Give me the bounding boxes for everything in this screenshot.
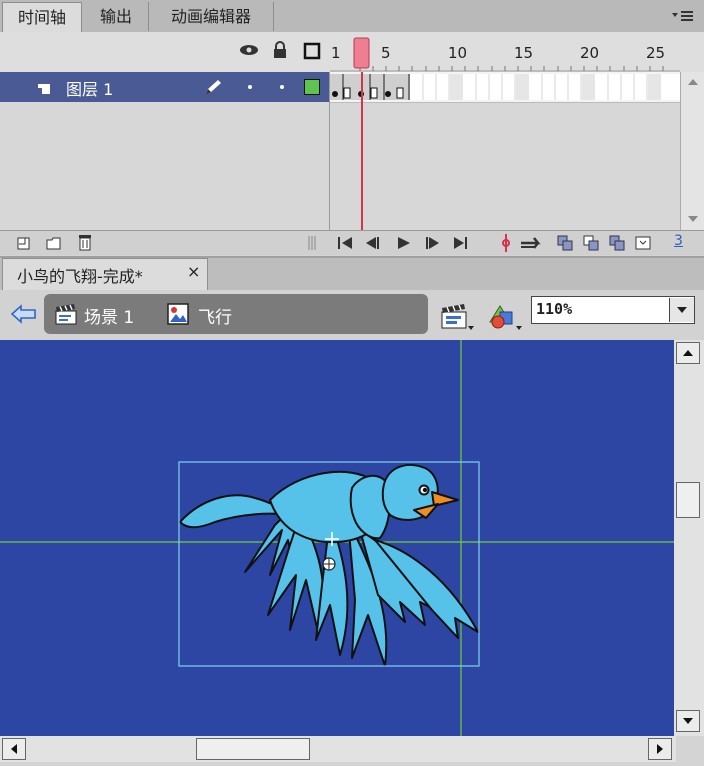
tab-output[interactable]: 输出 [84,2,149,31]
lock-dot[interactable] [280,85,284,89]
ruler-label-25: 25 [646,44,666,62]
pencil-icon [206,80,221,95]
tab-timeline[interactable]: 时间轴 [2,2,82,33]
layer-list: 图层 1 [0,72,330,230]
outline-icon[interactable] [303,42,321,60]
document-title: 小鸟的飞翔-完成* [17,267,143,286]
loop-icon[interactable] [518,233,546,253]
timeline-header: 1 5 10 15 20 25 [0,32,704,72]
scroll-left-button[interactable] [2,738,26,760]
panel-tab-bar: 时间轴 输出 动画编辑器 [0,0,704,33]
layer-type-icon [38,84,50,94]
stage-horizontal-scrollbar[interactable] [0,736,704,762]
lock-icon[interactable] [271,40,289,60]
scene-clapper-icon [55,304,77,325]
scroll-corner [676,736,704,762]
panel-menu-icon[interactable] [670,8,698,24]
ruler-label-20: 20 [580,44,600,62]
scroll-up-icon[interactable] [687,78,699,86]
playback-controls[interactable] [336,234,486,252]
vertical-scroll-thumb[interactable] [676,482,700,518]
tab-motion-editor-label: 动画编辑器 [170,7,251,26]
transform-point [322,557,336,571]
arrow-up-icon [683,350,693,356]
splitter-grip-icon[interactable] [306,235,318,251]
arrow-left-icon [11,744,17,754]
empty-frame-cells[interactable] [410,74,680,100]
ruler-label-10: 10 [448,44,468,62]
breadcrumb-scene[interactable]: 场景 1 [84,303,134,328]
breadcrumb: 场景 1 飞行 [44,294,428,334]
arrow-down-icon [683,718,693,724]
trash-icon[interactable] [77,233,93,251]
timeline-vscroll[interactable] [680,72,704,230]
back-arrow-icon[interactable] [10,303,38,325]
scroll-right-button[interactable] [648,738,672,760]
zoom-select[interactable]: 110% [531,296,695,324]
tab-motion-editor[interactable]: 动画编辑器 [149,2,274,31]
ruler-label-5: 5 [381,44,391,62]
horizontal-scroll-thumb[interactable] [196,738,310,760]
scroll-down-button[interactable] [676,710,700,732]
ruler-label-15: 15 [514,44,534,62]
zoom-dropdown-button[interactable] [669,298,694,322]
zoom-value[interactable]: 110% [536,300,572,318]
new-folder-icon[interactable] [45,235,63,251]
eye-icon[interactable] [238,42,260,58]
stage-vertical-scrollbar[interactable] [674,340,704,736]
edit-scene-icon[interactable] [440,300,476,332]
scroll-down-icon[interactable] [687,215,699,223]
breadcrumb-symbol[interactable]: 飞行 [198,303,232,328]
stage-canvas [0,340,674,736]
timeline-toolbar: 3 [0,230,704,255]
layer-row[interactable]: 图层 1 [0,72,329,102]
frame-rate-readout[interactable]: 3 [674,233,683,249]
movieclip-symbol-icon [167,303,189,325]
scroll-up-button[interactable] [676,342,700,364]
keyframe-markers [332,74,410,100]
edit-symbols-icon[interactable] [486,300,524,332]
ruler-label-1: 1 [331,44,341,62]
new-layer-icon[interactable] [16,235,32,251]
onion-skin-controls[interactable] [556,234,666,252]
arrow-right-icon [657,744,663,754]
stage[interactable] [0,340,674,736]
document-tab[interactable]: 小鸟的飞翔-完成* × [2,258,208,290]
visible-dot[interactable] [248,85,252,89]
center-frame-icon[interactable] [496,233,516,253]
tab-timeline-label: 时间轴 [17,8,66,27]
outline-color-swatch[interactable] [304,79,320,95]
tab-output-label: 输出 [99,7,132,26]
layer-name[interactable]: 图层 1 [66,76,113,100]
chevron-down-icon [677,307,687,313]
frames-area[interactable] [330,72,704,230]
close-tab-icon[interactable]: × [187,262,200,281]
playhead-line[interactable] [361,72,363,230]
frame-row[interactable] [330,72,680,103]
